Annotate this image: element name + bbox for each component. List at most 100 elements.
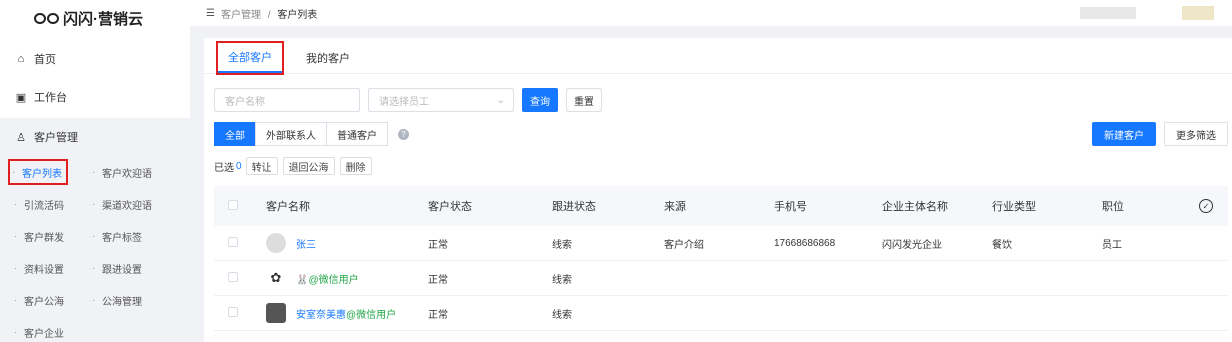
col-header-source: 来源 bbox=[664, 201, 686, 213]
bullet-icon: · bbox=[12, 166, 16, 178]
company-cell: 闪闪发光企业 bbox=[882, 239, 942, 251]
submenu-label: 渠道欢迎语 bbox=[102, 200, 152, 212]
nav-item-home[interactable]: ⌂ 首页 bbox=[0, 40, 190, 78]
submenu-follow-settings[interactable]: · 跟进设置 bbox=[92, 252, 186, 284]
col-header-status: 客户状态 bbox=[428, 201, 472, 213]
submenu-mass-send[interactable]: · 客户群发 bbox=[14, 220, 92, 252]
submenu-profile-settings[interactable]: · 资料设置 bbox=[14, 252, 92, 284]
col-header-position: 职位 bbox=[1102, 201, 1124, 213]
segment-external-contacts[interactable]: 外部联系人 bbox=[255, 122, 327, 146]
submenu-customer-tags[interactable]: · 客户标签 bbox=[92, 220, 186, 252]
table-row[interactable]: ✿ 🐰@微信用户 正常 线索 bbox=[214, 261, 1228, 296]
search-button[interactable]: 查询 bbox=[522, 88, 558, 112]
nav-group-customer: ♙ 客户管理 · 客户列表 · 客户欢迎语 · 引流活码 · 渠道欢迎语 · 客户群发 ·… bbox=[0, 118, 190, 342]
customer-name-input[interactable]: 客户名称 bbox=[214, 88, 360, 112]
row-checkbox-cell bbox=[214, 271, 266, 285]
customer-type-segment: 全部 外部联系人 普通客户 ? bbox=[214, 122, 409, 146]
tab-label: 我的客户 bbox=[306, 53, 350, 65]
breadcrumb-parent[interactable]: 客户管理 bbox=[221, 10, 261, 21]
segment-all[interactable]: 全部 bbox=[214, 122, 256, 146]
delete-button[interactable]: 删除 bbox=[339, 157, 372, 175]
table-row[interactable]: 安室奈美惠@微信用户 正常 线索 bbox=[214, 296, 1228, 331]
return-to-pool-button[interactable]: 退回公海 bbox=[282, 157, 335, 175]
col-header-company: 企业主体名称 bbox=[882, 201, 948, 213]
nav-item-customer-mgmt[interactable]: ♙ 客户管理 bbox=[0, 118, 190, 156]
more-filters-button[interactable]: 更多筛选 bbox=[1164, 122, 1228, 146]
row-checkbox[interactable] bbox=[228, 306, 238, 317]
bullet-icon: · bbox=[14, 198, 18, 210]
new-customer-button[interactable]: 新建客户 bbox=[1092, 122, 1156, 146]
bullet-icon: · bbox=[92, 198, 96, 210]
submenu-welcome-msg[interactable]: · 客户欢迎语 bbox=[92, 156, 186, 188]
row-checkbox[interactable] bbox=[228, 236, 238, 247]
staff-select[interactable]: 请选择员工 ⌄ bbox=[368, 88, 514, 112]
nav-item-workbench[interactable]: ▣ 工作台 bbox=[0, 78, 190, 116]
help-icon[interactable]: ? bbox=[398, 128, 409, 140]
submenu-customer-list[interactable]: · 客户列表 bbox=[8, 156, 92, 188]
bullet-icon: · bbox=[14, 294, 18, 306]
status-cell: 正常 bbox=[428, 309, 448, 321]
selected-label: 已选 bbox=[214, 162, 234, 174]
button-label: 新建客户 bbox=[1104, 130, 1144, 142]
segment-regular-customers[interactable]: 普通客户 bbox=[326, 122, 388, 146]
submenu-lead-qrcode[interactable]: · 引流活码 bbox=[14, 188, 92, 220]
submenu-label: 跟进设置 bbox=[102, 264, 142, 276]
submenu-label: 客户企业 bbox=[24, 328, 64, 340]
submenu-pool-mgmt[interactable]: · 公海管理 bbox=[92, 284, 186, 316]
customer-name-link[interactable]: 🐰@微信用户 bbox=[296, 271, 359, 286]
customer-name-link[interactable]: 张三 bbox=[296, 236, 316, 251]
submenu-public-pool[interactable]: · 客户公海 bbox=[14, 284, 92, 316]
tab-my-customers[interactable]: 我的客户 bbox=[296, 43, 360, 73]
breadcrumb-separator: / bbox=[267, 9, 271, 21]
segment-label: 全部 bbox=[225, 130, 245, 142]
phone-cell: 17668686868 bbox=[774, 237, 836, 249]
nav-customer-mgmt-label: 客户管理 bbox=[34, 132, 78, 144]
wechat-user-suffix: @微信用户 bbox=[346, 309, 397, 321]
bullet-icon: · bbox=[14, 262, 18, 274]
submenu-label: 客户公海 bbox=[24, 296, 64, 308]
name-cell: 安室奈美惠@微信用户 bbox=[266, 303, 428, 323]
sidebar: 闪闪·营销云 ⌂ 首页 ▣ 工作台 ♙ 客户管理 · 客户列表 · 客户欢迎语 · 引… bbox=[0, 0, 190, 342]
customer-list-highlight: · 客户列表 bbox=[8, 159, 68, 185]
avatar: ✿ bbox=[270, 270, 282, 285]
transfer-button[interactable]: 转让 bbox=[245, 157, 278, 175]
segment-label: 普通客户 bbox=[337, 130, 377, 142]
submenu-channel-welcome[interactable]: · 渠道欢迎语 bbox=[92, 188, 186, 220]
customer-table: 客户名称 客户状态 跟进状态 来源 手机号 企业主体名称 行业类型 职位 ✓ 张… bbox=[214, 186, 1228, 331]
name-cell: ✿ 🐰@微信用户 bbox=[266, 268, 428, 288]
customer-name-link[interactable]: 安室奈美惠@微信用户 bbox=[296, 306, 396, 321]
col-header-industry: 行业类型 bbox=[992, 201, 1036, 213]
monitor-icon: ▣ bbox=[15, 91, 27, 104]
follow-cell: 线索 bbox=[552, 274, 572, 286]
user-info-blurred[interactable] bbox=[1080, 7, 1136, 19]
button-label: 查询 bbox=[530, 96, 550, 108]
chevron-down-icon: ⌄ bbox=[496, 94, 505, 106]
placeholder-text: 请选择员工 bbox=[379, 96, 429, 108]
status-cell: 正常 bbox=[428, 274, 448, 286]
app-logo[interactable]: 闪闪·营销云 bbox=[0, 0, 190, 36]
bullet-icon: · bbox=[14, 326, 18, 338]
column-settings-cell: ✓ bbox=[1188, 199, 1224, 213]
top-bar: ☰ 客户管理 / 客户列表 bbox=[190, 0, 1232, 26]
bullet-icon: · bbox=[92, 166, 96, 178]
column-settings-icon[interactable]: ✓ bbox=[1199, 199, 1213, 213]
follow-cell: 线索 bbox=[552, 309, 572, 321]
follow-cell: 线索 bbox=[552, 239, 572, 251]
row-checkbox[interactable] bbox=[228, 271, 238, 282]
user-icon: ♙ bbox=[16, 131, 26, 144]
tab-label: 全部客户 bbox=[228, 52, 272, 64]
button-label: 更多筛选 bbox=[1176, 130, 1216, 142]
nav-workbench-label: 工作台 bbox=[34, 92, 67, 104]
button-label: 删除 bbox=[345, 162, 366, 174]
menu-toggle-icon[interactable]: ☰ bbox=[206, 8, 215, 19]
segment-label: 外部联系人 bbox=[266, 130, 316, 142]
submenu-customer-company[interactable]: · 客户企业 bbox=[14, 316, 92, 342]
avatar[interactable] bbox=[1182, 6, 1214, 20]
reset-button[interactable]: 重置 bbox=[566, 88, 602, 112]
logo-text: 闪闪·营销云 bbox=[63, 10, 143, 28]
select-all-checkbox[interactable] bbox=[228, 199, 238, 210]
customer-submenu: · 客户列表 · 客户欢迎语 · 引流活码 · 渠道欢迎语 · 客户群发 · 客户标签 · 资… bbox=[0, 156, 190, 342]
tab-all-customers[interactable]: 全部客户 bbox=[216, 41, 284, 75]
button-label: 重置 bbox=[574, 96, 594, 108]
table-row[interactable]: 张三 正常 线索 客户介绍 17668686868 闪闪发光企业 餐饮 员工 bbox=[214, 226, 1228, 261]
